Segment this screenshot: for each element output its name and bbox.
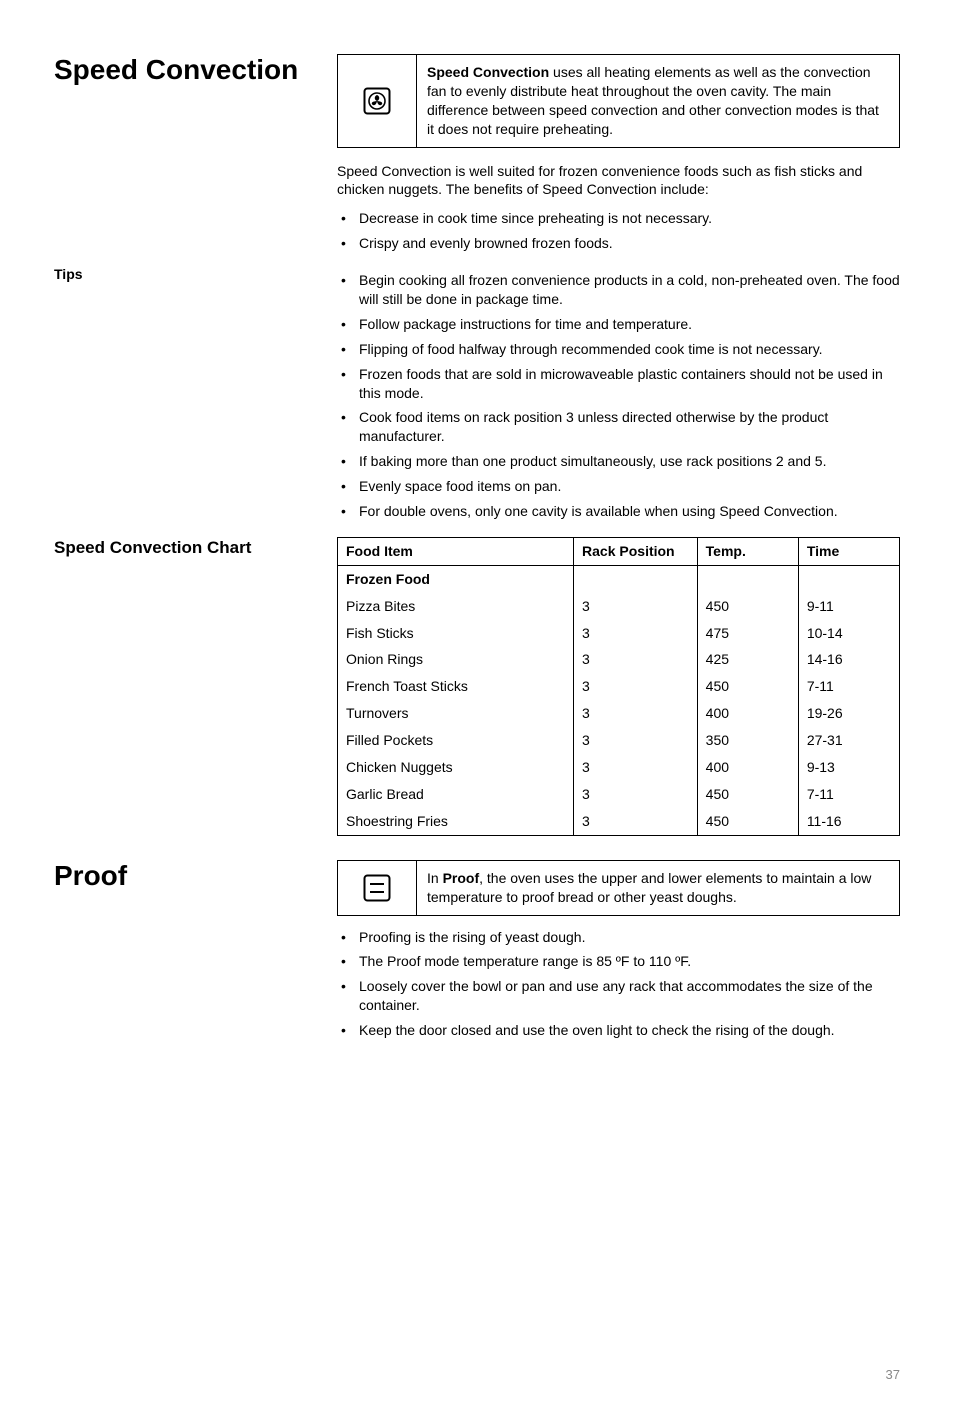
list-item: Proofing is the rising of yeast dough. <box>337 928 900 947</box>
page-number: 37 <box>54 1366 900 1384</box>
col-rack: Rack Position <box>574 537 698 565</box>
list-item: Loosely cover the bowl or pan and use an… <box>337 977 900 1015</box>
description-text: In Proof, the oven uses the upper and lo… <box>417 861 899 915</box>
table-row: Fish Sticks347510-14 <box>338 620 900 647</box>
list-item: The Proof mode temperature range is 85 º… <box>337 952 900 971</box>
table-row: Garlic Bread34507-11 <box>338 781 900 808</box>
speed-convection-chart: Food Item Rack Position Temp. Time Froze… <box>337 537 900 836</box>
intro-paragraph: Speed Convection is well suited for froz… <box>337 162 900 200</box>
table-row: Filled Pockets335027-31 <box>338 727 900 754</box>
description-box-speed-convection: Speed Convection uses all heating elemen… <box>337 54 900 148</box>
chart-row: Speed Convection Chart Food Item Rack Po… <box>54 537 900 836</box>
speed-convection-icon <box>338 55 417 147</box>
list-item: Begin cooking all frozen convenience pro… <box>337 271 900 309</box>
category-cell: Frozen Food <box>338 565 574 592</box>
list-item: Keep the door closed and use the oven li… <box>337 1021 900 1040</box>
table-header-row: Food Item Rack Position Temp. Time <box>338 537 900 565</box>
table-row: French Toast Sticks34507-11 <box>338 673 900 700</box>
proof-icon <box>338 861 417 915</box>
tips-list: Begin cooking all frozen convenience pro… <box>337 271 900 521</box>
desc-pre: In <box>427 870 443 886</box>
list-item: Flipping of food halfway through recomme… <box>337 340 900 359</box>
chart-heading: Speed Convection Chart <box>54 537 327 560</box>
list-item: Cook food items on rack position 3 unles… <box>337 408 900 446</box>
table-row: Chicken Nuggets34009-13 <box>338 754 900 781</box>
section-title-speed-convection: Speed Convection <box>54 54 327 86</box>
desc-rest: , the oven uses the upper and lower elem… <box>427 870 871 905</box>
desc-bold: Speed Convection <box>427 64 549 80</box>
description-text: Speed Convection uses all heating elemen… <box>417 55 899 147</box>
proof-bullets: Proofing is the rising of yeast dough. T… <box>337 928 900 1040</box>
list-item: Frozen foods that are sold in microwavea… <box>337 365 900 403</box>
section-speed-convection: Speed Convection Speed Convection uses a… <box>54 54 900 259</box>
col-temp: Temp. <box>697 537 798 565</box>
list-item: If baking more than one product simultan… <box>337 452 900 471</box>
table-row: Frozen Food <box>338 565 900 592</box>
section-title-proof: Proof <box>54 860 327 892</box>
table-row: Onion Rings342514-16 <box>338 646 900 673</box>
col-time: Time <box>798 537 899 565</box>
col-food-item: Food Item <box>338 537 574 565</box>
list-item: Evenly space food items on pan. <box>337 477 900 496</box>
benefits-list: Decrease in cook time since preheating i… <box>337 209 900 253</box>
list-item: Follow package instructions for time and… <box>337 315 900 334</box>
section-proof: Proof In Proof, the oven uses the upper … <box>54 860 900 1046</box>
list-item: Decrease in cook time since preheating i… <box>337 209 900 228</box>
list-item: For double ovens, only one cavity is ava… <box>337 502 900 521</box>
table-row: Pizza Bites34509-11 <box>338 593 900 620</box>
table-row: Turnovers340019-26 <box>338 700 900 727</box>
tips-label: Tips <box>54 265 327 284</box>
tips-row: Tips Begin cooking all frozen convenienc… <box>54 265 900 527</box>
list-item: Crispy and evenly browned frozen foods. <box>337 234 900 253</box>
table-row: Shoestring Fries345011-16 <box>338 808 900 835</box>
desc-bold: Proof <box>443 870 480 886</box>
description-box-proof: In Proof, the oven uses the upper and lo… <box>337 860 900 916</box>
